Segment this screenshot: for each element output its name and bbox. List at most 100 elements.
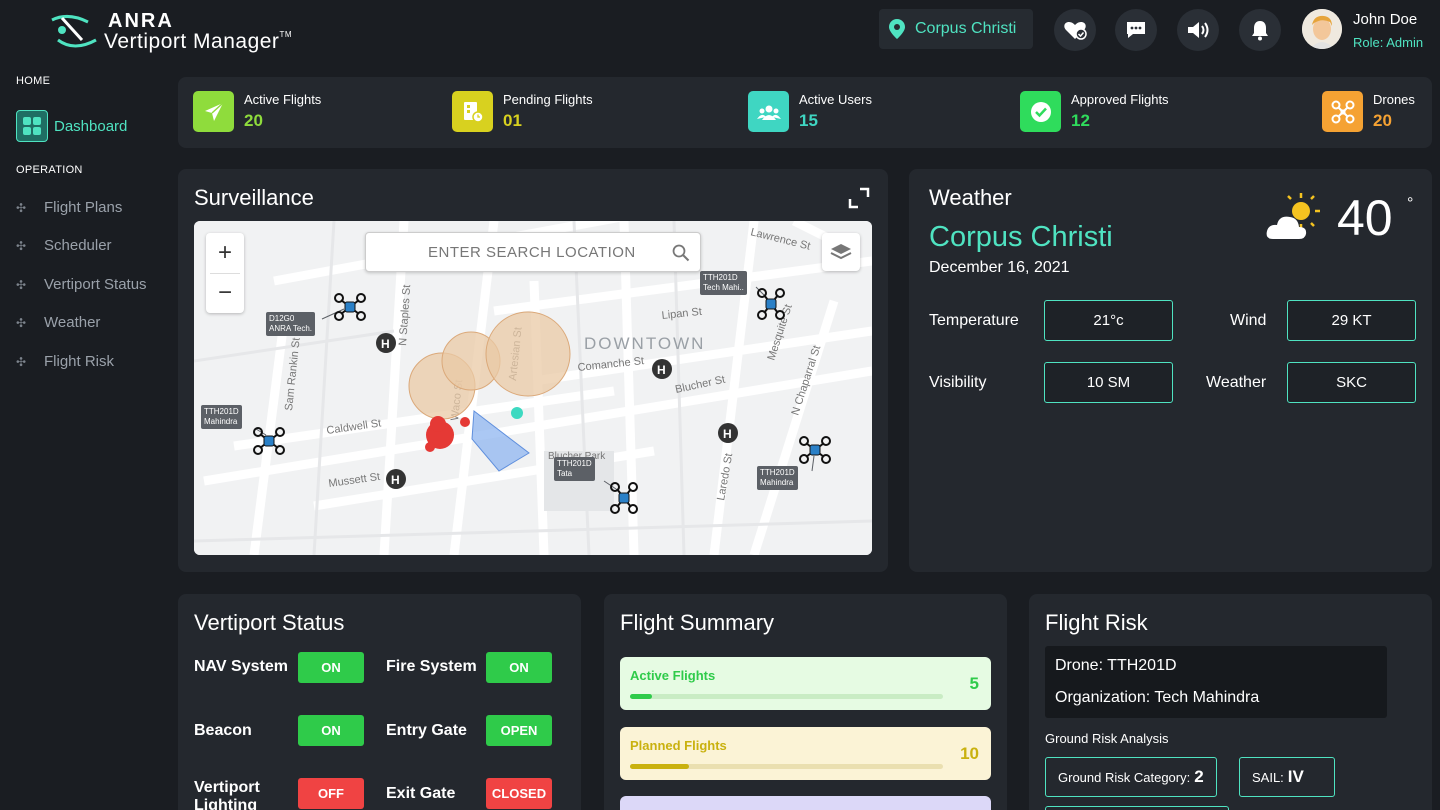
fire-system-toggle[interactable]: ON — [486, 652, 552, 683]
zoom-out-button[interactable]: − — [206, 273, 244, 313]
sidebar-item-label: Dashboard — [54, 117, 128, 135]
sidebar-heading-home: HOME — [16, 75, 51, 87]
layers-icon — [830, 244, 852, 260]
partly-cloudy-icon — [1266, 193, 1320, 239]
stat-value: 20 — [244, 111, 263, 130]
search-icon[interactable] — [672, 244, 690, 262]
vertiport-status-panel: Vertiport Status NAV System ON Fire Syst… — [178, 594, 581, 810]
stat-label: Active Users — [799, 92, 872, 107]
sidebar-item-flight-risk[interactable]: ✣ Flight Risk — [16, 353, 114, 370]
grc-value: 2 — [1194, 767, 1204, 786]
weather-panel: Weather 40 ° Corpus Christi December 16,… — [909, 169, 1432, 572]
drone-tag[interactable]: TTH201D Mahindra — [757, 466, 798, 490]
panel-title: Flight Summary — [620, 610, 775, 635]
stat-value: 20 — [1373, 111, 1392, 130]
svg-text:H: H — [657, 363, 666, 377]
sidebar-item-vertiport-status[interactable]: ✣ Vertiport Status — [16, 276, 147, 293]
layers-button[interactable] — [822, 233, 860, 271]
map-view[interactable]: N Staples St Sam Rankin St Caldwell St M… — [194, 221, 872, 555]
ground-risk-category-badge: Ground Risk Category: 2 — [1045, 757, 1217, 797]
drone-marker-icon[interactable] — [333, 292, 367, 322]
sidebar-item-label: Flight Plans — [44, 199, 123, 216]
logo-bottom-text: Vertiport ManagerTM — [104, 30, 292, 53]
drone-tag[interactable]: TTH201D Tech Mahi.. — [700, 271, 747, 295]
summary-progress — [630, 764, 943, 769]
drone-marker-icon[interactable] — [609, 481, 639, 515]
flight-summary-panel: Flight Summary Active Flights 5 Planned … — [604, 594, 1007, 810]
check-badge-icon — [1020, 91, 1061, 132]
sidebar-item-dashboard[interactable]: Dashboard — [16, 110, 127, 142]
sidebar-item-scheduler[interactable]: ✣ Scheduler — [16, 237, 112, 254]
expand-icon[interactable] — [848, 187, 870, 214]
location-selector[interactable]: Corpus Christi — [879, 9, 1033, 49]
favorites-button[interactable] — [1054, 9, 1096, 51]
stat-label: Pending Flights — [503, 92, 593, 107]
nav-system-toggle[interactable]: ON — [298, 652, 364, 683]
sail-label: SAIL: — [1252, 769, 1284, 785]
tag-org: Mahindra — [204, 417, 238, 426]
drone-tag[interactable]: TTH201D Tata — [554, 457, 595, 481]
summary-card-more[interactable] — [620, 796, 991, 810]
sail-value: IV — [1287, 767, 1304, 786]
stat-label: Active Flights — [244, 92, 322, 107]
tag-id: TTH201D — [760, 468, 795, 477]
drone-id: Drone: TTH201D — [1055, 657, 1177, 674]
vertiport-lighting-toggle[interactable]: OFF — [298, 778, 364, 809]
next-risk-badge — [1045, 806, 1229, 810]
map-search-input[interactable]: ENTER SEARCH LOCATION — [365, 232, 701, 272]
weather-value-box: 10 SM — [1044, 362, 1173, 403]
summary-card-active[interactable]: Active Flights 5 — [620, 657, 991, 710]
zoom-control: + − — [206, 233, 244, 313]
panel-title: Weather — [929, 185, 1012, 210]
svg-text:DOWNTOWN: DOWNTOWN — [584, 334, 705, 353]
drone-tag[interactable]: D12G0 ANRA Tech. — [266, 312, 315, 336]
svg-text:H: H — [723, 427, 732, 441]
drone-marker-icon[interactable] — [756, 287, 786, 321]
drone-icon: ✣ — [16, 315, 27, 330]
sidebar-item-weather[interactable]: ✣ Weather — [16, 314, 100, 331]
summary-label: Planned Flights — [630, 738, 727, 753]
drone-marker-icon[interactable] — [798, 435, 832, 465]
summary-progress — [630, 694, 943, 699]
app-logo[interactable]: ANRA Vertiport ManagerTM — [48, 8, 348, 56]
speaker-icon — [1188, 22, 1209, 38]
weather-label: Weather — [1206, 374, 1267, 391]
sidebar-item-label: Flight Risk — [44, 353, 115, 370]
weather-value-box: 29 KT — [1287, 300, 1416, 341]
stat-drones[interactable]: Drones 20 — [1322, 91, 1415, 132]
temperature-degree: ° — [1407, 195, 1414, 212]
zoom-in-button[interactable]: + — [206, 233, 244, 273]
status-label: Exit Gate — [386, 785, 456, 802]
user-name: John Doe — [1353, 11, 1418, 28]
drone-icon: ✣ — [16, 200, 27, 215]
summary-label: Active Flights — [630, 668, 716, 683]
location-pin-icon — [889, 19, 905, 39]
drone-marker-icon[interactable] — [252, 426, 286, 456]
location-name: Corpus Christi — [915, 20, 1017, 37]
sidebar-item-flight-plans[interactable]: ✣ Flight Plans — [16, 199, 122, 216]
temperature-value: 40 — [1337, 190, 1393, 246]
avatar[interactable] — [1302, 9, 1342, 49]
tag-id: D12G0 — [269, 314, 295, 323]
entry-gate-toggle[interactable]: OPEN — [486, 715, 552, 746]
logo-mark-icon — [51, 15, 97, 48]
stat-pending-flights[interactable]: Pending Flights 01 — [452, 91, 593, 132]
flight-risk-panel: Flight Risk Drone: TTH201D Organization:… — [1029, 594, 1432, 810]
drone-icon: ✣ — [16, 354, 27, 369]
drone-tag[interactable]: TTH201D Mahindra — [201, 405, 242, 429]
stat-approved-flights[interactable]: Approved Flights 12 — [1020, 91, 1169, 132]
messages-button[interactable] — [1115, 9, 1157, 51]
stat-active-users[interactable]: Active Users 15 — [748, 91, 872, 132]
stat-value: 01 — [503, 111, 522, 130]
drone-icon: ✣ — [16, 277, 27, 292]
users-icon — [748, 91, 789, 132]
clipboard-clock-icon — [452, 91, 493, 132]
notifications-button[interactable] — [1239, 9, 1281, 51]
exit-gate-toggle[interactable]: CLOSED — [486, 778, 552, 809]
stat-value: 12 — [1071, 111, 1090, 130]
summary-count: 10 — [960, 744, 979, 763]
beacon-toggle[interactable]: ON — [298, 715, 364, 746]
stat-active-flights[interactable]: Active Flights 20 — [193, 91, 321, 132]
summary-card-planned[interactable]: Planned Flights 10 — [620, 727, 991, 780]
announcements-button[interactable] — [1177, 9, 1219, 51]
